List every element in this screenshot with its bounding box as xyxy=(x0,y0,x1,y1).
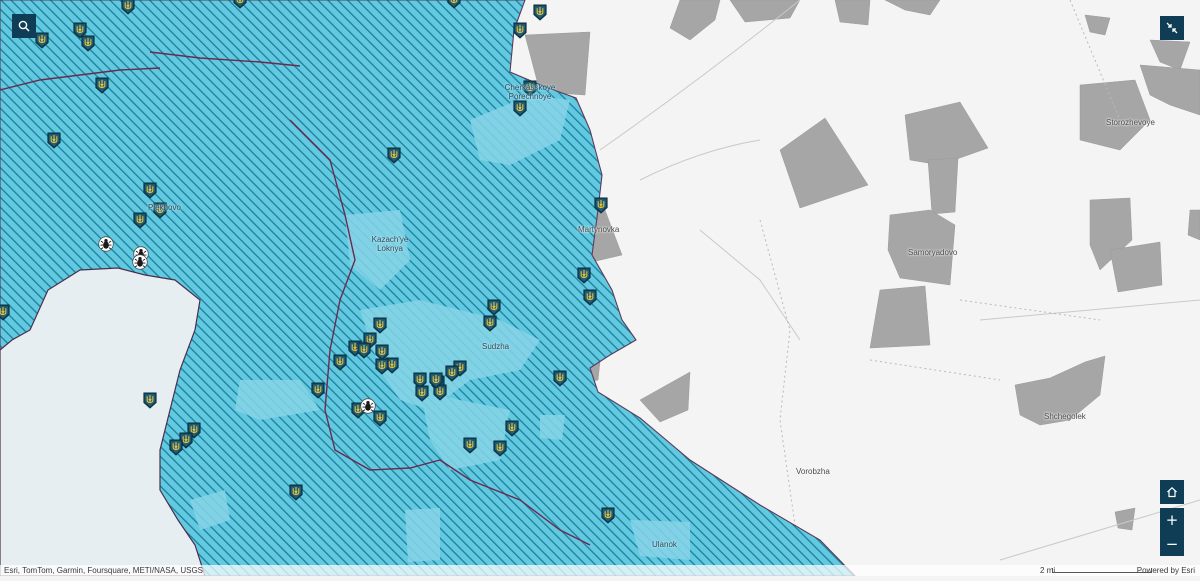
place-label-ulanok: Ulanok xyxy=(652,540,677,549)
zoom-in-button[interactable]: + xyxy=(1160,508,1184,532)
place-label-martynovka: Martynovka xyxy=(578,225,620,234)
map-view[interactable]: Cherkasskoye Porechnoye Kazach'ye Loknya… xyxy=(0,0,1200,577)
scale-line xyxy=(1052,568,1152,573)
place-label-plekhovo: Plekhovo xyxy=(148,203,181,212)
bug-icon[interactable] xyxy=(98,236,114,252)
place-label-sudzha: Sudzha xyxy=(482,342,510,351)
collapse-icon xyxy=(1166,22,1178,34)
attribution-bar: Esri, TomTom, Garmin, Foursquare, METI/N… xyxy=(0,565,1200,576)
home-icon xyxy=(1166,486,1178,498)
zoom-in-label: + xyxy=(1165,511,1179,529)
attribution-text: Esri, TomTom, Garmin, Foursquare, METI/N… xyxy=(4,566,204,575)
collapse-button[interactable] xyxy=(1160,16,1184,40)
map-canvas[interactable] xyxy=(0,0,1200,577)
bug-icon[interactable] xyxy=(132,254,148,270)
place-label-vorobzha: Vorobzha xyxy=(796,467,830,476)
place-label-shchegolek: Shchegolek xyxy=(1044,412,1086,421)
place-label-samoryadovo: Samoryadovo xyxy=(908,248,958,257)
search-button[interactable] xyxy=(12,14,36,38)
place-label-kazachye: Kazach'ye Loknya xyxy=(371,235,409,253)
place-label-cherkasskoye: Cherkasskoye Porechnoye xyxy=(504,83,556,101)
search-icon xyxy=(18,20,30,32)
zoom-out-label: − xyxy=(1165,535,1179,553)
zoom-out-button[interactable]: − xyxy=(1160,532,1184,556)
scale-bar: 2 mi xyxy=(1040,566,1152,575)
bug-icon[interactable] xyxy=(360,398,376,414)
place-label-storozhevoye: Storozhevoye xyxy=(1106,118,1155,127)
home-button[interactable] xyxy=(1160,480,1184,504)
